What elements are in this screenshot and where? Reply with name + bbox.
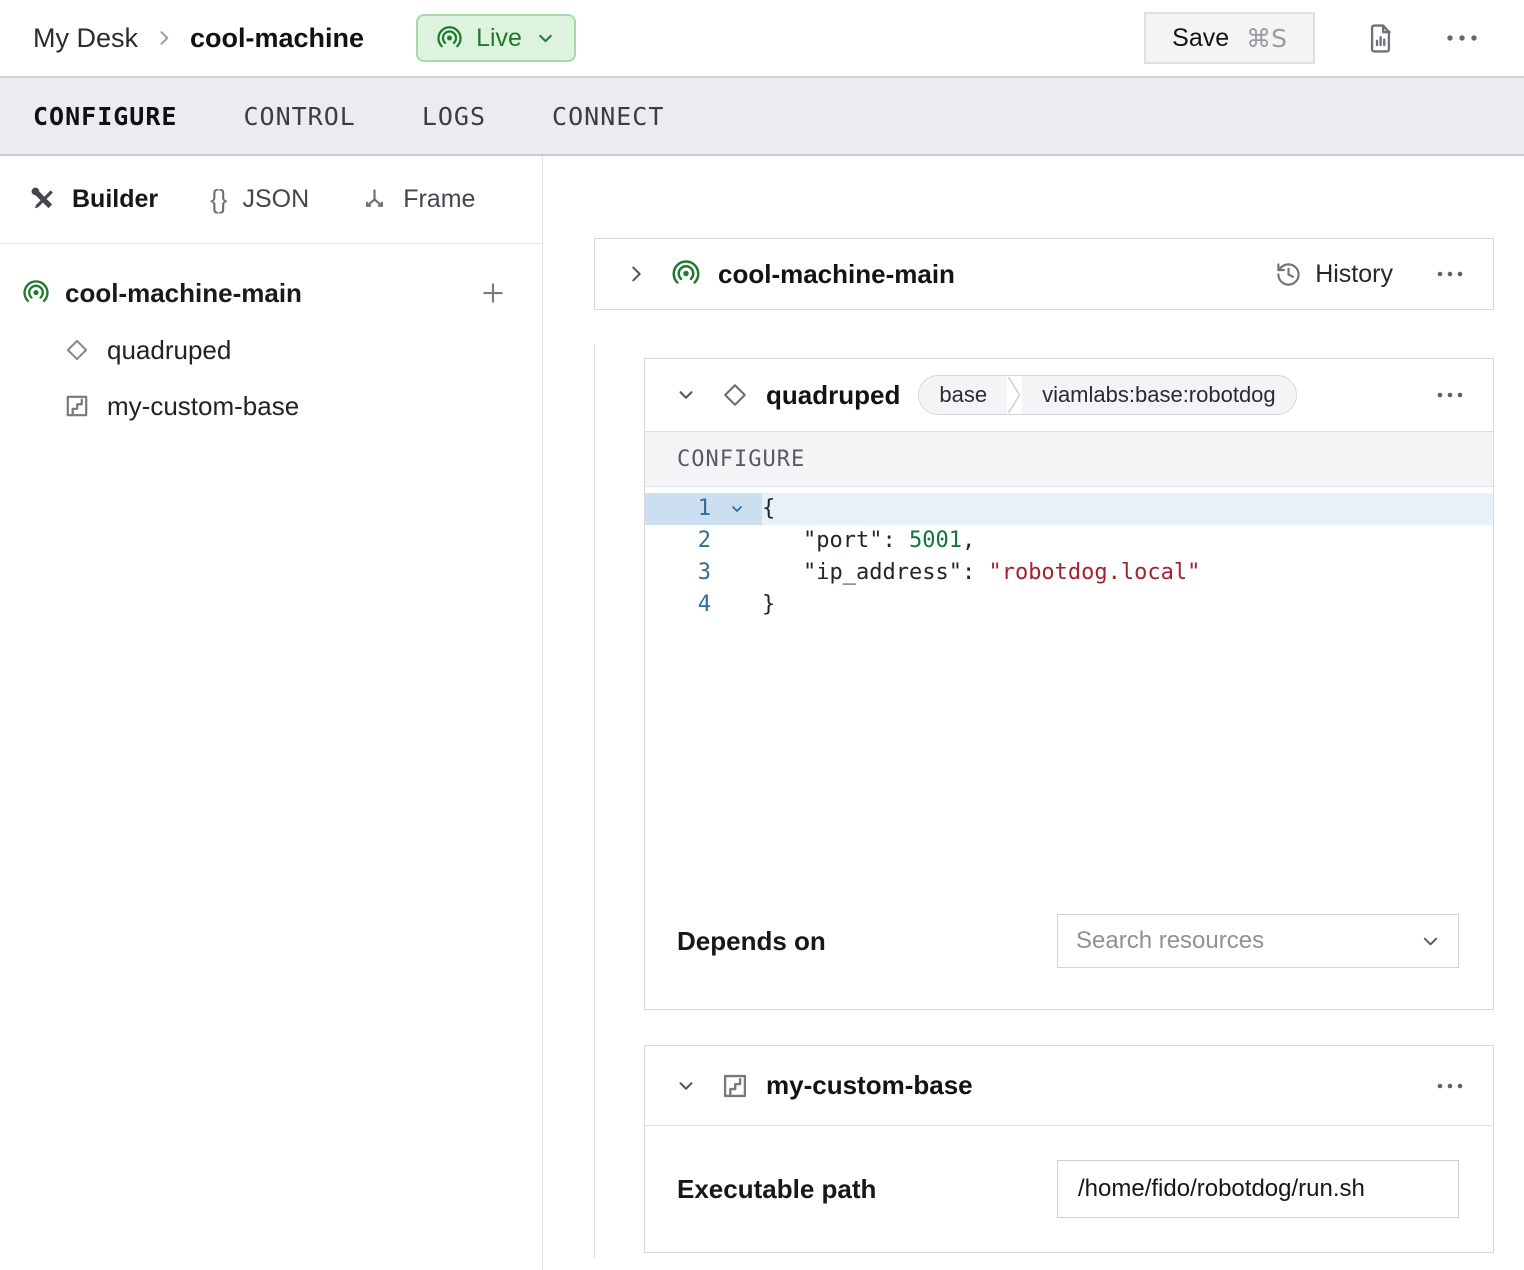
gutter: 4 — [645, 589, 762, 621]
component-title: quadruped — [766, 380, 900, 411]
collapse-chevron-down-icon[interactable] — [675, 1075, 697, 1097]
fold-toggle[interactable] — [711, 493, 762, 525]
configure-main-panel: cool-machine-main History — [543, 156, 1524, 1270]
ellipsis-icon — [1437, 392, 1463, 398]
ellipsis-icon — [1437, 271, 1463, 277]
collapse-chevron-down-icon[interactable] — [675, 384, 697, 406]
code-line[interactable]: 3 "ip_address": "robotdog.local" — [645, 557, 1493, 589]
machine-tab-bar: CONFIGURE CONTROL LOGS CONNECT — [0, 76, 1524, 156]
view-json-label: JSON — [243, 185, 310, 214]
gutter: 1 — [645, 493, 762, 525]
tree-item-label: quadruped — [107, 335, 231, 366]
json-braces-icon: {} — [210, 184, 227, 215]
gutter: 2 — [645, 525, 762, 557]
code-line[interactable]: 1 { — [645, 493, 1493, 525]
breadcrumb-root[interactable]: My Desk — [33, 23, 138, 54]
depends-on-label: Depends on — [677, 926, 826, 957]
save-shortcut: ⌘S — [1246, 24, 1287, 53]
view-frame-label: Frame — [403, 185, 475, 214]
module-more-menu[interactable] — [1437, 1083, 1463, 1089]
add-component-button[interactable] — [478, 278, 508, 308]
module-card: my-custom-base Executable path — [644, 1045, 1494, 1253]
attributes-json-editor[interactable]: 1 { 2 "port": 5001, 3 — [645, 487, 1493, 621]
depends-on-select[interactable] — [1057, 914, 1459, 968]
line-number: 1 — [645, 493, 711, 525]
tab-logs[interactable]: LOGS — [422, 102, 486, 131]
header-more-menu[interactable] — [1446, 34, 1478, 42]
builder-tools-icon — [30, 186, 57, 213]
ellipsis-icon — [1437, 1083, 1463, 1089]
configure-sidebar: Builder {} JSON Frame — [0, 156, 543, 1270]
history-clock-icon — [1275, 261, 1302, 288]
history-button[interactable]: History — [1275, 260, 1393, 289]
tab-configure[interactable]: CONFIGURE — [33, 102, 177, 131]
line-number: 4 — [645, 589, 711, 621]
chevron-down-icon — [535, 28, 556, 49]
save-button[interactable]: Save ⌘S — [1144, 12, 1315, 64]
configure-section-header: CONFIGURE — [645, 431, 1493, 487]
view-builder[interactable]: Builder — [30, 185, 158, 214]
machine-status-dropdown[interactable]: Live — [416, 14, 576, 62]
tree-indent-line — [594, 345, 595, 1258]
history-label: History — [1315, 260, 1393, 289]
quadruped-component-card: quadruped base viamlabs:base:robotdog CO… — [644, 358, 1494, 1010]
module-icon — [721, 1072, 749, 1100]
machine-metrics-button[interactable] — [1365, 23, 1396, 54]
ellipsis-icon — [1446, 34, 1478, 42]
component-model: viamlabs:base:robotdog — [1022, 376, 1296, 414]
frame-axes-icon — [361, 186, 388, 213]
executable-path-input[interactable] — [1057, 1160, 1459, 1218]
configure-section-label: CONFIGURE — [677, 447, 805, 472]
chevron-down-icon — [1419, 930, 1442, 953]
component-more-menu[interactable] — [1437, 392, 1463, 398]
executable-path-label: Executable path — [677, 1174, 876, 1205]
executable-path-row: Executable path — [645, 1126, 1493, 1252]
live-broadcast-icon — [436, 25, 463, 52]
module-icon — [64, 393, 90, 419]
code-line[interactable]: 4 } — [645, 589, 1493, 621]
status-label: Live — [476, 24, 522, 53]
machine-part-title: cool-machine-main — [718, 259, 955, 290]
tree-item-my-custom-base[interactable]: my-custom-base — [0, 378, 542, 434]
tree-item-label: my-custom-base — [107, 391, 299, 422]
component-type: base — [919, 376, 1007, 414]
view-json[interactable]: {} JSON — [210, 184, 309, 215]
badge-separator — [1007, 376, 1022, 414]
depends-on-row: Depends on — [645, 910, 1493, 972]
breadcrumb-current: cool-machine — [190, 23, 364, 54]
machine-part-card: cool-machine-main History — [594, 238, 1494, 310]
tree-item-quadruped[interactable]: quadruped — [0, 322, 542, 378]
line-number: 3 — [645, 557, 711, 589]
machine-part-more-menu[interactable] — [1437, 271, 1463, 277]
module-title: my-custom-base — [766, 1070, 973, 1101]
code-line[interactable]: 2 "port": 5001, — [645, 525, 1493, 557]
search-resources-input[interactable] — [1076, 927, 1419, 955]
base-diamond-icon — [721, 381, 749, 409]
top-bar: My Desk cool-machine Live Save ⌘S — [0, 0, 1524, 76]
tree-item-label: cool-machine-main — [65, 278, 478, 309]
resource-tree: cool-machine-main quadruped my-custom-ba… — [0, 244, 542, 434]
config-view-switcher: Builder {} JSON Frame — [0, 156, 542, 244]
tree-item-machine-part[interactable]: cool-machine-main — [0, 264, 542, 322]
view-frame[interactable]: Frame — [361, 185, 475, 214]
live-broadcast-icon — [671, 259, 701, 289]
base-diamond-icon — [64, 337, 90, 363]
live-broadcast-icon — [22, 279, 50, 307]
fold-chevron-down-icon — [729, 501, 745, 517]
tab-control[interactable]: CONTROL — [243, 102, 355, 131]
gutter: 3 — [645, 557, 762, 589]
tab-connect[interactable]: CONNECT — [552, 102, 664, 131]
file-chart-icon — [1365, 23, 1396, 54]
component-type-model-badge: base viamlabs:base:robotdog — [918, 375, 1296, 415]
view-builder-label: Builder — [72, 185, 158, 214]
expand-chevron-right-icon[interactable] — [625, 263, 647, 285]
line-number: 2 — [645, 525, 711, 557]
breadcrumb-chevron-icon — [154, 28, 174, 48]
